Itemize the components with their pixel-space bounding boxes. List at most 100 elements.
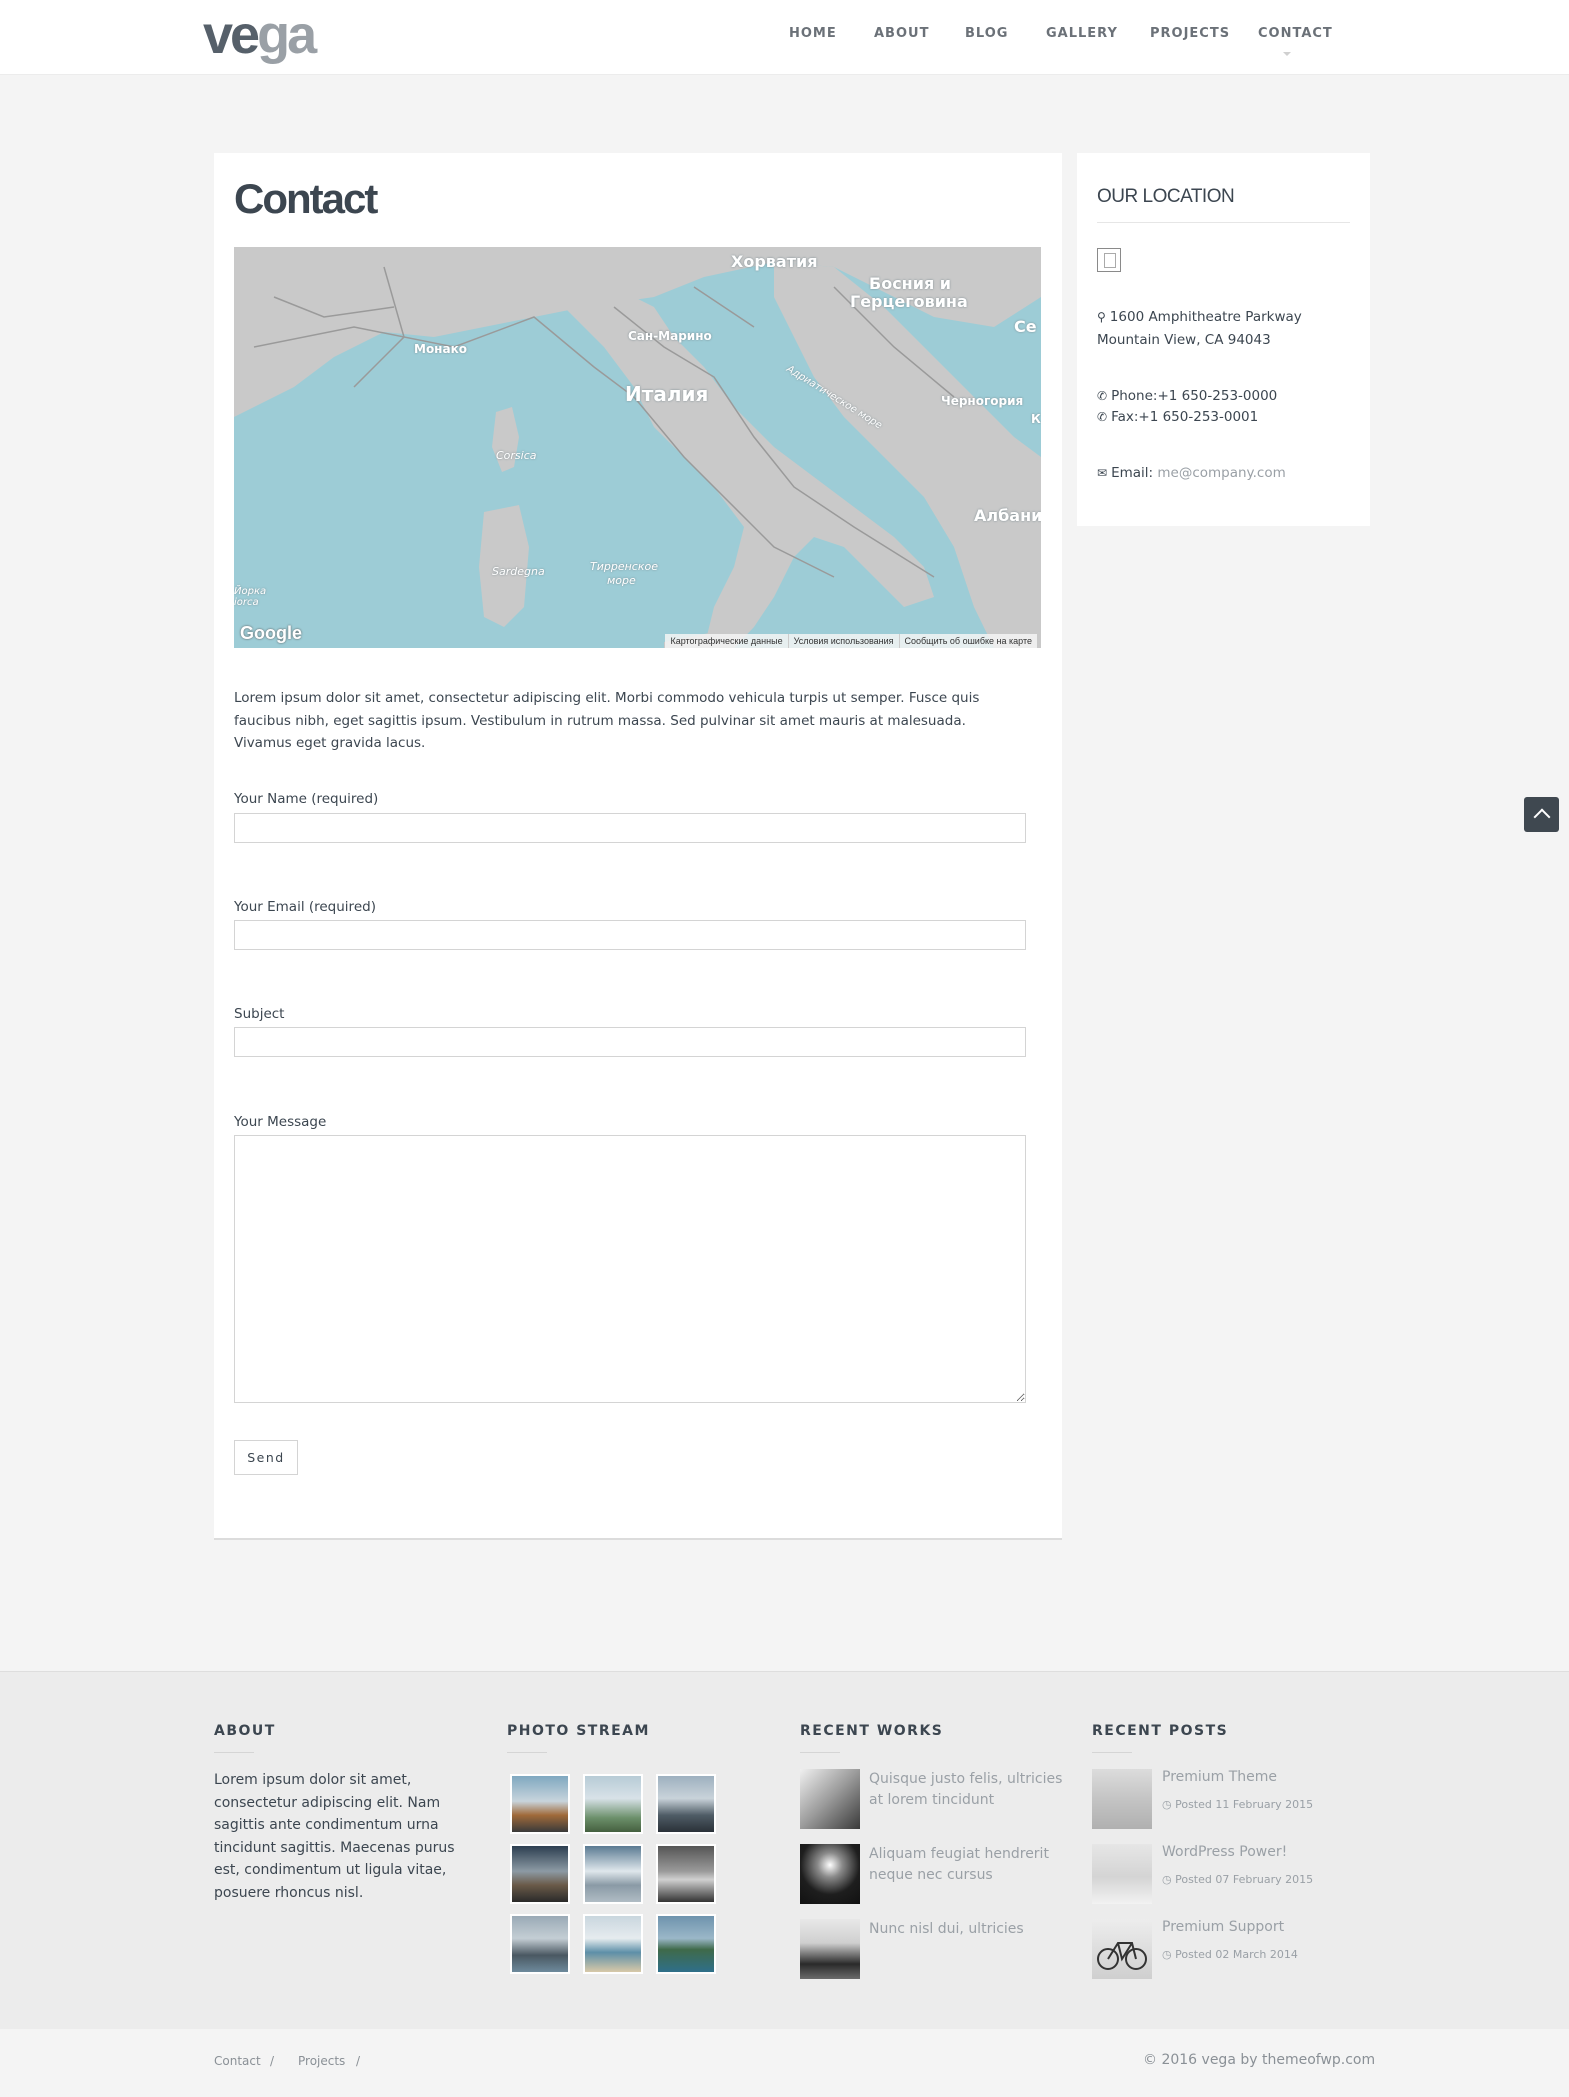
photo-stream-title: PHOTO STREAM: [507, 1723, 650, 1739]
map-label: К: [1031, 412, 1041, 426]
post-date: ◷ Posted 02 March 2014: [1162, 1948, 1298, 1961]
back-to-top-button[interactable]: [1524, 797, 1559, 832]
post-date: ◷ Posted 07 February 2015: [1162, 1873, 1314, 1886]
map-data-link[interactable]: Картографические данные: [665, 634, 787, 648]
photo-thumbnail[interactable]: [583, 1844, 643, 1904]
map-label: Босния и: [869, 274, 951, 293]
map-label: море: [607, 574, 636, 587]
copyright: © 2016 vega by themeofwp.com: [1143, 2052, 1376, 2068]
recent-works-title: RECENT WORKS: [800, 1723, 944, 1739]
clock-icon: ◷: [1162, 1798, 1172, 1811]
work-link[interactable]: Aliquam feugiat hendrerit neque nec cursu…: [869, 1844, 1069, 1886]
map-terms-link[interactable]: Условия использования: [787, 634, 899, 648]
page-title: Contact: [234, 175, 378, 222]
map-label: Италия: [625, 382, 709, 406]
fax-line: ✆ Fax:+1 650-253-0001: [1097, 409, 1259, 425]
email-link[interactable]: me@company.com: [1157, 465, 1285, 481]
send-button[interactable]: Send: [234, 1440, 298, 1475]
post-thumbnail[interactable]: [1092, 1769, 1152, 1829]
work-link[interactable]: Quisque justo felis, ultricies at lorem t…: [869, 1769, 1069, 1811]
post-link[interactable]: WordPress Power!: [1162, 1844, 1287, 1860]
nav-projects[interactable]: PROJECTS: [1150, 26, 1230, 41]
envelope-icon: ✉: [1097, 466, 1108, 480]
map-label: Се: [1014, 317, 1037, 336]
map-label: Тирренское: [590, 560, 658, 573]
nav-blog[interactable]: BLOG: [965, 26, 1008, 41]
clock-icon: ◷: [1162, 1873, 1172, 1886]
map-label: Хорватия: [731, 252, 818, 271]
map-label: iorca: [234, 597, 259, 608]
site-header: vega HOME ABOUT BLOG GALLERY PROJECTS CO…: [0, 0, 1569, 75]
photo-thumbnail[interactable]: [510, 1914, 570, 1974]
about-text: Lorem ipsum dolor sit amet, consectetur …: [214, 1772, 455, 1901]
photo-thumbnail[interactable]: [656, 1914, 716, 1974]
breadcrumb-separator: /: [356, 2054, 361, 2068]
map-label: Сан-Марино: [628, 329, 712, 343]
map-label: Албани: [974, 506, 1041, 525]
work-thumbnail[interactable]: [800, 1844, 860, 1904]
photo-thumbnail[interactable]: [510, 1774, 570, 1834]
nav-contact[interactable]: CONTACT: [1258, 26, 1333, 41]
clock-icon: ◷: [1162, 1948, 1172, 1961]
subject-field[interactable]: [234, 1027, 1026, 1057]
recent-posts-title: RECENT POSTS: [1092, 1723, 1229, 1739]
post-link[interactable]: Premium Theme: [1162, 1769, 1277, 1785]
subject-label: Subject: [234, 1006, 285, 1022]
photo-thumbnail[interactable]: [656, 1844, 716, 1904]
main-content: Contact Хорватия Босния и Герцеговина Се…: [214, 153, 1062, 1540]
about-title: ABOUT: [214, 1723, 276, 1739]
map-attribution: Картографические данные Условия использо…: [665, 634, 1037, 648]
post-thumbnail[interactable]: [1092, 1919, 1152, 1979]
nav-home[interactable]: HOME: [789, 26, 837, 41]
work-link[interactable]: Nunc nisl dui, ultricies: [869, 1919, 1069, 1940]
map-report-link[interactable]: Сообщить об ошибке на карте: [898, 634, 1037, 648]
post-link[interactable]: Premium Support: [1162, 1919, 1284, 1935]
name-label: Your Name (required): [234, 791, 379, 807]
location-widget: OUR LOCATION ⚲ 1600 Amphitheatre Parkway …: [1077, 153, 1370, 526]
breadcrumb-separator: /: [270, 2054, 275, 2068]
address-line-1: ⚲ 1600 Amphitheatre Parkway: [1097, 309, 1302, 325]
divider: [1092, 1752, 1132, 1753]
bottom-bar: Contact / Projects / © 2016 vega by them…: [0, 2029, 1569, 2097]
map-label: Монако: [414, 342, 467, 356]
intro-text: Lorem ipsum dolor sit amet, consectetur …: [234, 690, 980, 751]
address-line-2: Mountain View, CA 94043: [1097, 332, 1271, 348]
google-map[interactable]: Хорватия Босния и Герцеговина Се Монако …: [234, 247, 1041, 648]
broken-image-icon: [1097, 248, 1121, 272]
photo-thumbnail[interactable]: [583, 1914, 643, 1974]
footer-link-projects[interactable]: Projects: [298, 2054, 345, 2068]
email-line: ✉ Email: me@company.com: [1097, 465, 1286, 481]
map-label: Corsica: [496, 449, 537, 462]
email-field[interactable]: [234, 920, 1026, 950]
active-nav-indicator: [1283, 52, 1291, 56]
photo-thumbnail[interactable]: [510, 1844, 570, 1904]
message-label: Your Message: [234, 1114, 327, 1130]
google-logo[interactable]: Google: [240, 623, 302, 644]
phone-icon: ✆: [1097, 410, 1108, 424]
footer-link-contact[interactable]: Contact: [214, 2054, 261, 2068]
nav-gallery[interactable]: GALLERY: [1046, 26, 1118, 41]
divider: [507, 1752, 547, 1753]
location-title: OUR LOCATION: [1097, 186, 1235, 207]
phone-icon: ✆: [1097, 389, 1108, 403]
name-field[interactable]: [234, 813, 1026, 843]
nav-about[interactable]: ABOUT: [874, 26, 929, 41]
map-label: Герцеговина: [850, 292, 968, 311]
work-thumbnail[interactable]: [800, 1769, 860, 1829]
divider: [214, 1752, 254, 1753]
photo-thumbnail[interactable]: [583, 1774, 643, 1834]
map-label: Йорка: [234, 586, 267, 597]
divider: [800, 1752, 840, 1753]
bicycle-icon: [1097, 1942, 1147, 1970]
footer-widgets: ABOUT Lorem ipsum dolor sit amet, consec…: [0, 1671, 1569, 2029]
post-date: ◷ Posted 11 February 2015: [1162, 1798, 1314, 1811]
map-marker-icon: ⚲: [1097, 310, 1106, 324]
message-field[interactable]: [234, 1135, 1026, 1403]
photo-thumbnail[interactable]: [656, 1774, 716, 1834]
map-label: Черногория: [941, 394, 1024, 408]
email-label: Your Email (required): [234, 899, 376, 915]
phone-line: ✆ Phone:+1 650-253-0000: [1097, 388, 1278, 404]
post-thumbnail[interactable]: [1092, 1844, 1152, 1904]
work-thumbnail[interactable]: [800, 1919, 860, 1979]
site-logo[interactable]: vega: [203, 8, 317, 62]
